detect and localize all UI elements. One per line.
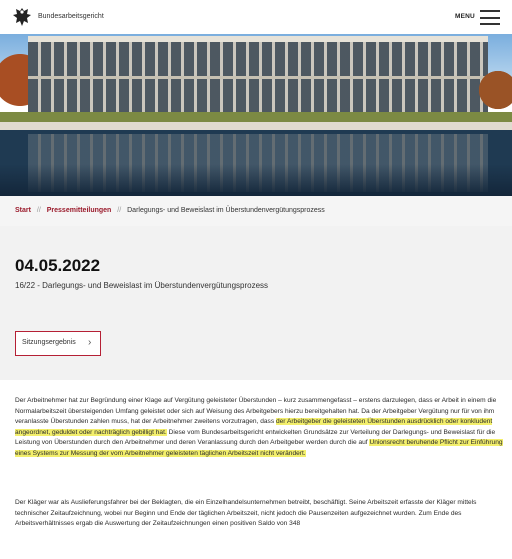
body-paragraph-2-text: Der Kläger war als Auslieferungsfahrer b… <box>15 499 477 527</box>
menu-label[interactable]: MENU <box>455 13 475 20</box>
press-date: 04.05.2022 <box>15 256 101 275</box>
breadcrumb-press-link[interactable]: Pressemitteilungen <box>47 207 112 214</box>
hamburger-menu-icon[interactable] <box>480 10 500 25</box>
breadcrumb-separator: // <box>36 207 41 214</box>
press-header: 04.05.2022 16/22 - Darlegungs- und Bewei… <box>0 226 512 380</box>
breadcrumb-start-link[interactable]: Start <box>15 207 31 214</box>
federal-eagle-icon[interactable] <box>12 6 32 28</box>
sitzungsergebnis-label: Sitzungsergebnis <box>22 339 76 346</box>
site-name[interactable]: Bundesarbeitsgericht <box>38 13 104 20</box>
breadcrumb-separator: // <box>117 207 122 214</box>
body-paragraph-2: Der Kläger war als Auslieferungsfahrer b… <box>15 498 503 530</box>
breadcrumb-bar: Start // Pressemitteilungen // Darlegung… <box>0 196 512 226</box>
body-paragraph-1: Der Arbeitnehmer hat zur Begründung eine… <box>15 396 503 459</box>
site-header: Bundesarbeitsgericht MENU <box>0 0 512 34</box>
press-subtitle: 16/22 - Darlegungs- und Beweislast im Üb… <box>15 281 269 290</box>
sitzungsergebnis-button[interactable]: Sitzungsergebnis › <box>15 331 101 356</box>
breadcrumb-current: Darlegungs- und Beweislast im Überstunde… <box>127 207 325 214</box>
chevron-right-icon: › <box>88 337 92 348</box>
breadcrumb: Start // Pressemitteilungen // Darlegung… <box>15 207 325 214</box>
hero-image <box>0 34 512 196</box>
